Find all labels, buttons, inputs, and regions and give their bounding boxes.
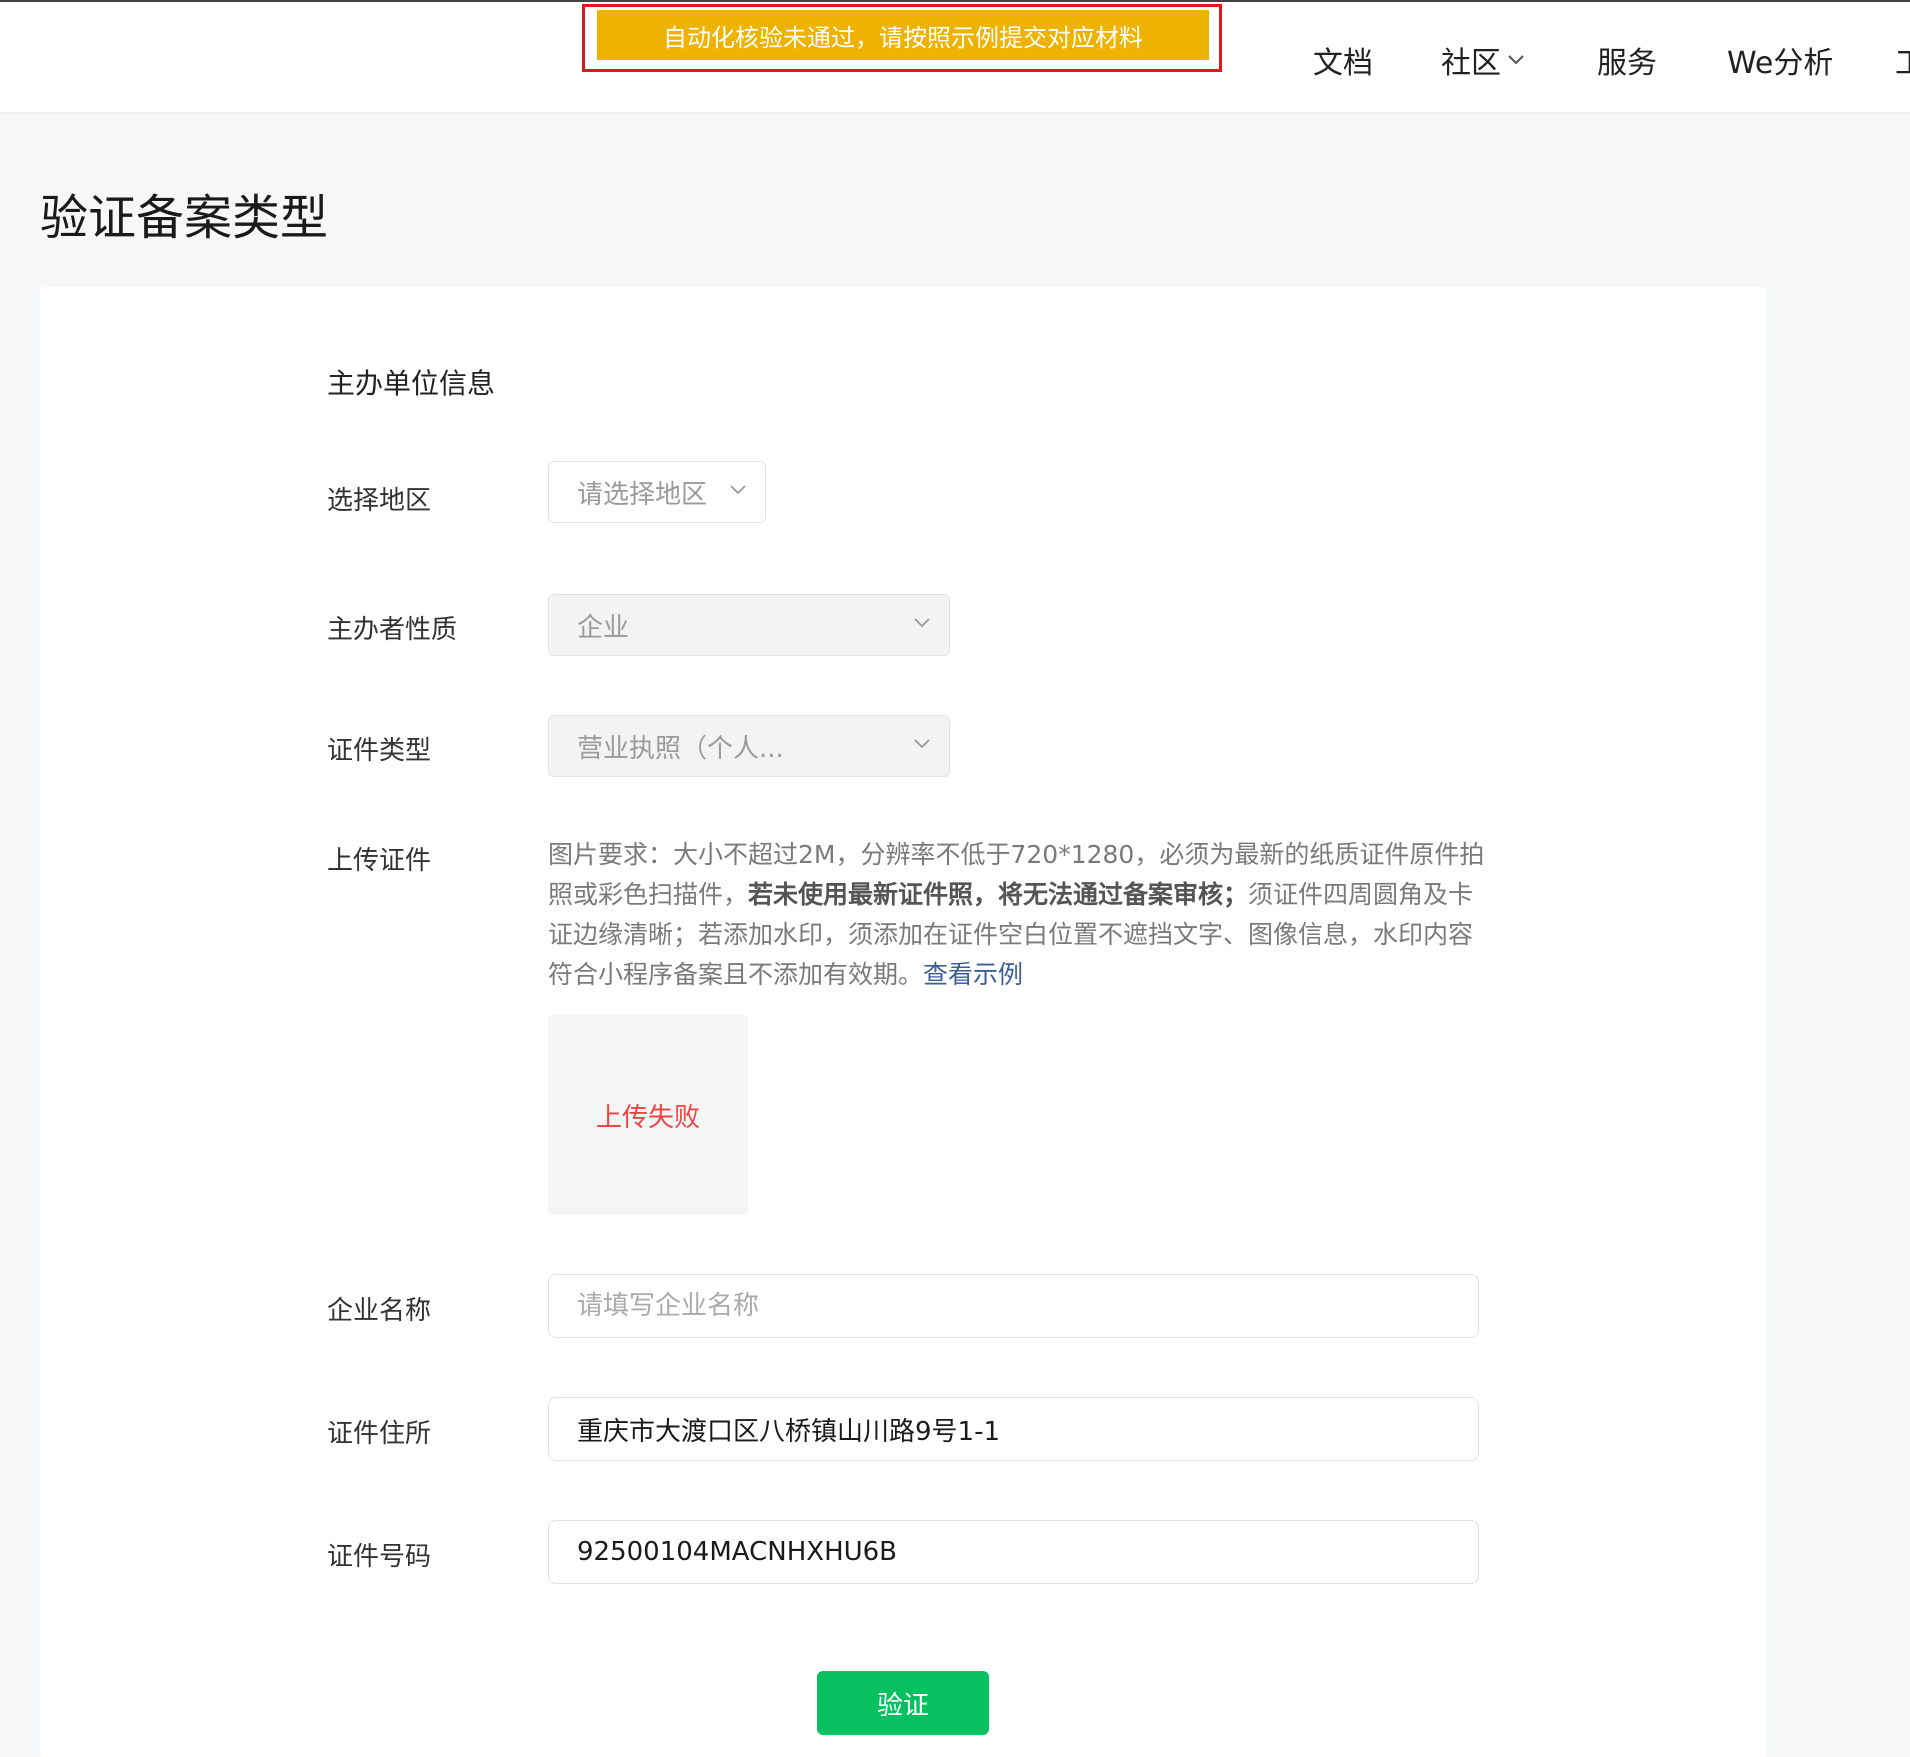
chevron-down-icon bbox=[914, 739, 930, 749]
nav-item-community[interactable]: 社区 bbox=[1441, 40, 1525, 81]
view-example-link[interactable]: 查看示例 bbox=[923, 960, 1023, 989]
nav-item-we-analytics[interactable]: We分析 bbox=[1727, 40, 1834, 81]
requirements-warning: 若未使用最新证件照，将无法通过备案审核； bbox=[748, 880, 1249, 909]
organizer-type-select[interactable]: 企业 bbox=[548, 594, 950, 656]
nav-item-truncated[interactable]: 工 bbox=[1895, 38, 1910, 82]
cert-number-input[interactable] bbox=[548, 1520, 1479, 1584]
chevron-down-icon bbox=[1508, 55, 1524, 65]
cert-type-value: 营业执照（个人... bbox=[577, 733, 784, 764]
cert-number-label: 证件号码 bbox=[327, 1542, 432, 1572]
top-navigation-bar: 自动化核验未通过，请按照示例提交对应材料 文档 社区 服务 We分析 工 bbox=[0, 0, 1910, 112]
nav-item-docs[interactable]: 文档 bbox=[1313, 40, 1373, 81]
chevron-down-icon bbox=[730, 485, 746, 495]
verification-failed-alert: 自动化核验未通过，请按照示例提交对应材料 bbox=[597, 10, 1209, 60]
upload-tile[interactable]: 上传失败 bbox=[548, 1015, 748, 1215]
chevron-down-icon bbox=[914, 618, 930, 628]
section-title: 主办单位信息 bbox=[327, 367, 496, 400]
nav-item-label: 工 bbox=[1895, 38, 1910, 82]
page-title: 验证备案类型 bbox=[40, 190, 329, 246]
nav-item-services[interactable]: 服务 bbox=[1597, 40, 1657, 81]
organizer-type-label: 主办者性质 bbox=[327, 615, 458, 645]
region-select[interactable]: 请选择地区 bbox=[548, 461, 766, 523]
company-name-label: 企业名称 bbox=[327, 1296, 432, 1326]
cert-type-label: 证件类型 bbox=[327, 736, 432, 766]
nav-item-label: 社区 bbox=[1441, 46, 1501, 81]
nav-item-label: 文档 bbox=[1313, 46, 1373, 81]
organizer-type-value: 企业 bbox=[577, 612, 630, 643]
nav-item-label: We分析 bbox=[1727, 46, 1834, 81]
region-placeholder: 请选择地区 bbox=[577, 479, 708, 510]
cert-type-select[interactable]: 营业执照（个人... bbox=[548, 715, 950, 777]
upload-requirements: 图片要求：大小不超过2M，分辨率不低于720*1280，必须为最新的纸质证件原件… bbox=[548, 835, 1488, 995]
company-name-input[interactable] bbox=[548, 1274, 1479, 1338]
region-label: 选择地区 bbox=[327, 486, 432, 516]
upload-label: 上传证件 bbox=[327, 846, 432, 876]
cert-address-label: 证件住所 bbox=[327, 1419, 432, 1449]
upload-failed-status: 上传失败 bbox=[595, 1102, 700, 1133]
verify-button[interactable]: 验证 bbox=[817, 1671, 989, 1735]
cert-address-input[interactable] bbox=[548, 1397, 1479, 1461]
nav-item-label: 服务 bbox=[1597, 46, 1657, 81]
